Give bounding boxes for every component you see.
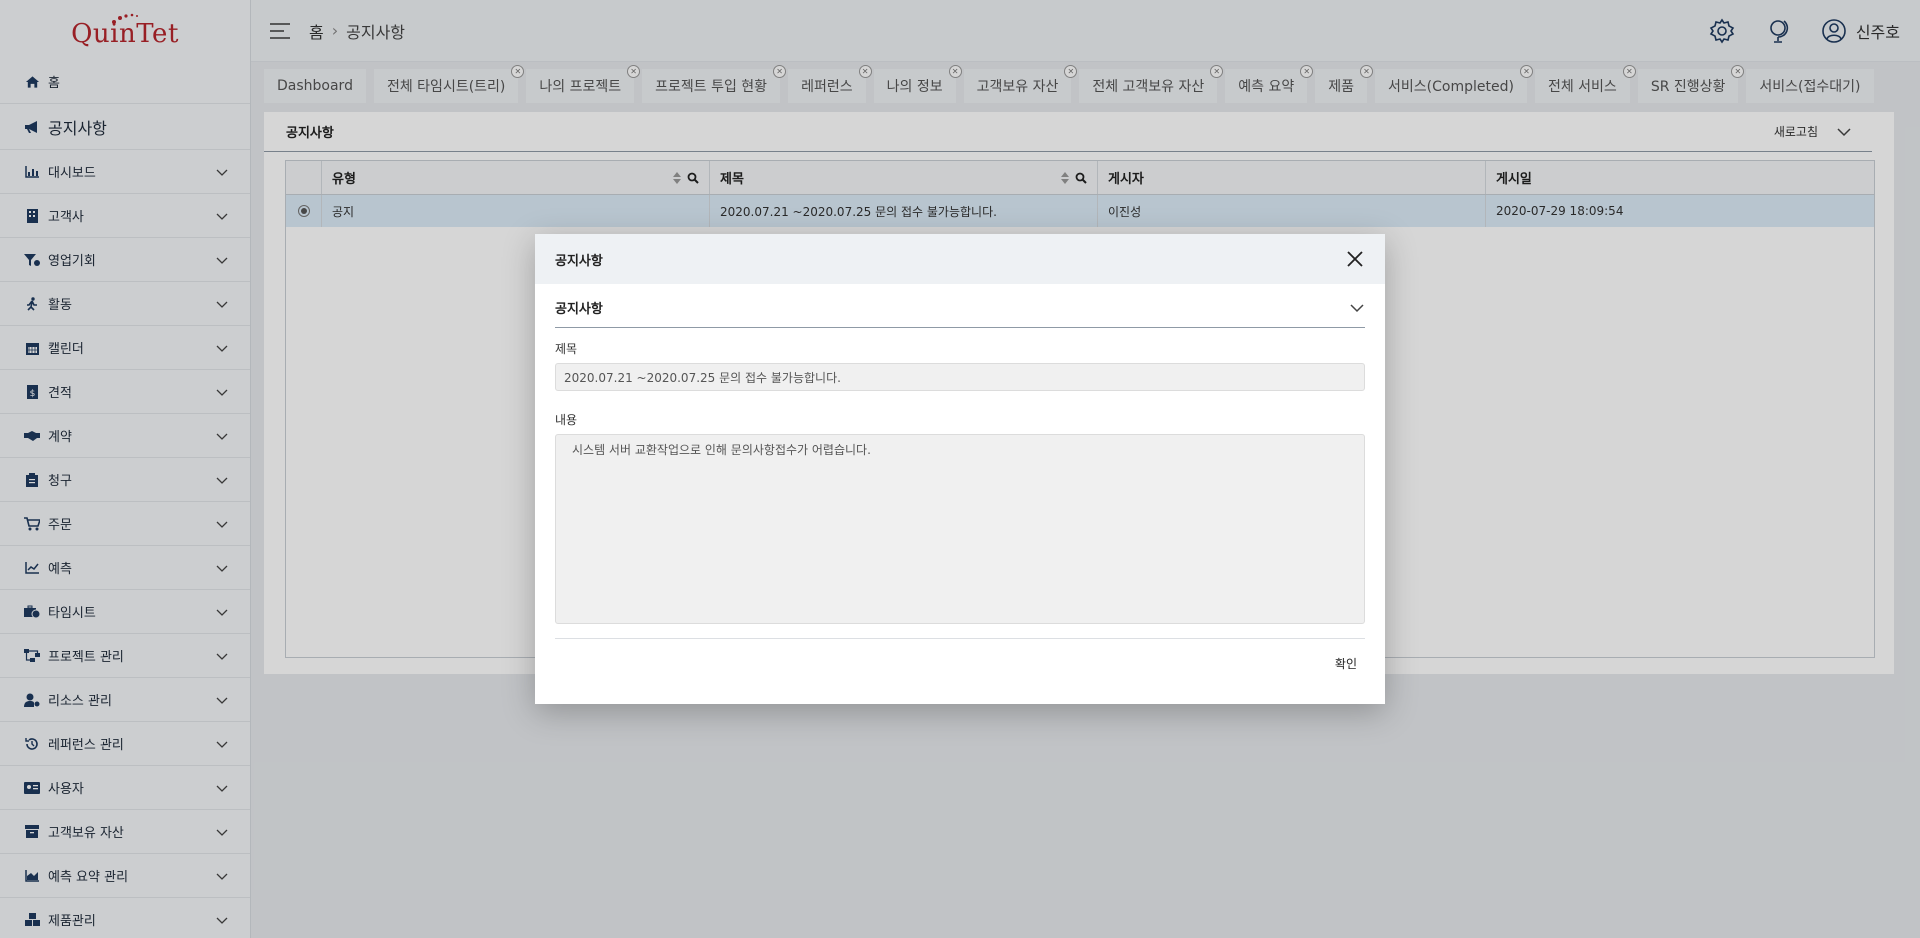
chevron-down-icon[interactable] xyxy=(1349,300,1365,316)
confirm-button[interactable]: 확인 xyxy=(1327,651,1365,676)
modal-body: 공지사항 제목 2020.07.21 ~2020.07.25 문의 접수 불가능… xyxy=(535,288,1385,624)
modal-title: 공지사항 xyxy=(555,253,603,269)
close-icon[interactable] xyxy=(1345,249,1365,269)
modal-section-header[interactable]: 공지사항 xyxy=(555,288,1365,328)
section-title: 공지사항 xyxy=(555,302,603,317)
modal-header: 공지사항 xyxy=(535,234,1385,284)
notice-modal: 공지사항 공지사항 제목 2020.07.21 ~2020.07.25 문의 접… xyxy=(535,234,1385,704)
subject-field[interactable]: 2020.07.21 ~2020.07.25 문의 접수 불가능합니다. xyxy=(555,363,1365,391)
content-label: 내용 xyxy=(555,413,578,427)
modal-footer: 확인 xyxy=(555,638,1365,688)
subject-label: 제목 xyxy=(555,342,578,356)
content-textarea[interactable]: 시스템 서버 교환작업으로 인해 문의사항접수가 어렵습니다. xyxy=(555,434,1365,624)
